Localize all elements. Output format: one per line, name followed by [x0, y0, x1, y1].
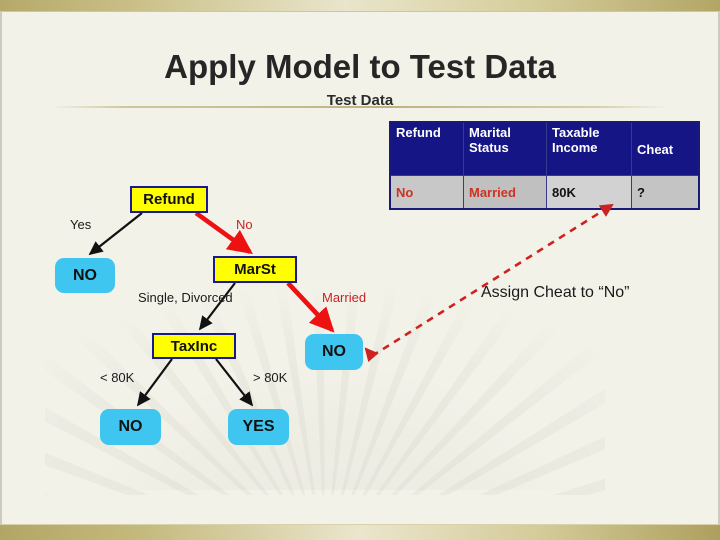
slide-title: Apply Model to Test Data — [164, 48, 556, 85]
header-marital-line2: Status — [469, 140, 509, 155]
header-cheat-line1: Cheat — [637, 141, 674, 157]
header-income-line1: Taxable — [552, 125, 600, 140]
assignment-arrow-to-no-node — [364, 347, 379, 363]
tree-node-marst[interactable]: MarSt — [213, 256, 297, 283]
header-cell-refund: Refund — [389, 121, 464, 176]
edge-taxinc-to-yes-bottom — [215, 358, 254, 407]
edge-label-greater-than-80k: > 80K — [253, 370, 288, 385]
edge-label-no: No — [236, 217, 253, 232]
tree-leaf-yes-bottom[interactable]: YES — [228, 409, 289, 445]
assignment-arrow-to-cheat-cell — [371, 203, 614, 358]
header-income-line2: Income — [552, 140, 598, 155]
title-divider — [50, 106, 670, 108]
header-marital-line1: Marital — [469, 125, 511, 140]
header-cell-cheat: Cheat — [631, 121, 700, 176]
cell-cheat-value: ? — [631, 175, 700, 210]
slide-canvas: Apply Model to Test Data Test Data Refun… — [0, 0, 720, 540]
test-data-table: Refund Marital Status Taxable Income Che… — [389, 121, 700, 210]
top-accent-bar — [0, 0, 720, 12]
cell-refund-value: No — [389, 175, 464, 210]
assignment-annotation: Assign Cheat to “No” — [481, 284, 630, 301]
header-refund-line1: Refund — [396, 125, 441, 140]
edge-refund-to-no-left — [88, 212, 143, 256]
tree-leaf-no-bottom[interactable]: NO — [100, 409, 161, 445]
cell-marital-status-value: Married — [463, 175, 547, 210]
tree-leaf-no-left[interactable]: NO — [55, 258, 115, 293]
table-header-row: Refund Marital Status Taxable Income Che… — [389, 121, 700, 176]
tree-node-refund[interactable]: Refund — [130, 186, 208, 213]
left-edge-border — [0, 11, 2, 525]
table-row: No Married 80K ? — [389, 175, 700, 210]
header-cell-taxable-income: Taxable Income — [546, 121, 632, 176]
edge-label-yes: Yes — [70, 217, 92, 232]
cell-taxable-income-value: 80K — [546, 175, 632, 210]
edge-taxinc-to-no-bottom — [136, 358, 173, 407]
edge-label-single-divorced: Single, Divorced — [138, 290, 233, 305]
edge-label-less-than-80k: < 80K — [100, 370, 135, 385]
edge-label-married: Married — [322, 290, 367, 305]
bottom-accent-bar — [0, 524, 720, 540]
tree-leaf-no-right[interactable]: NO — [305, 334, 363, 370]
tree-node-taxinc[interactable]: TaxInc — [152, 333, 236, 359]
header-cell-marital-status: Marital Status — [463, 121, 547, 176]
